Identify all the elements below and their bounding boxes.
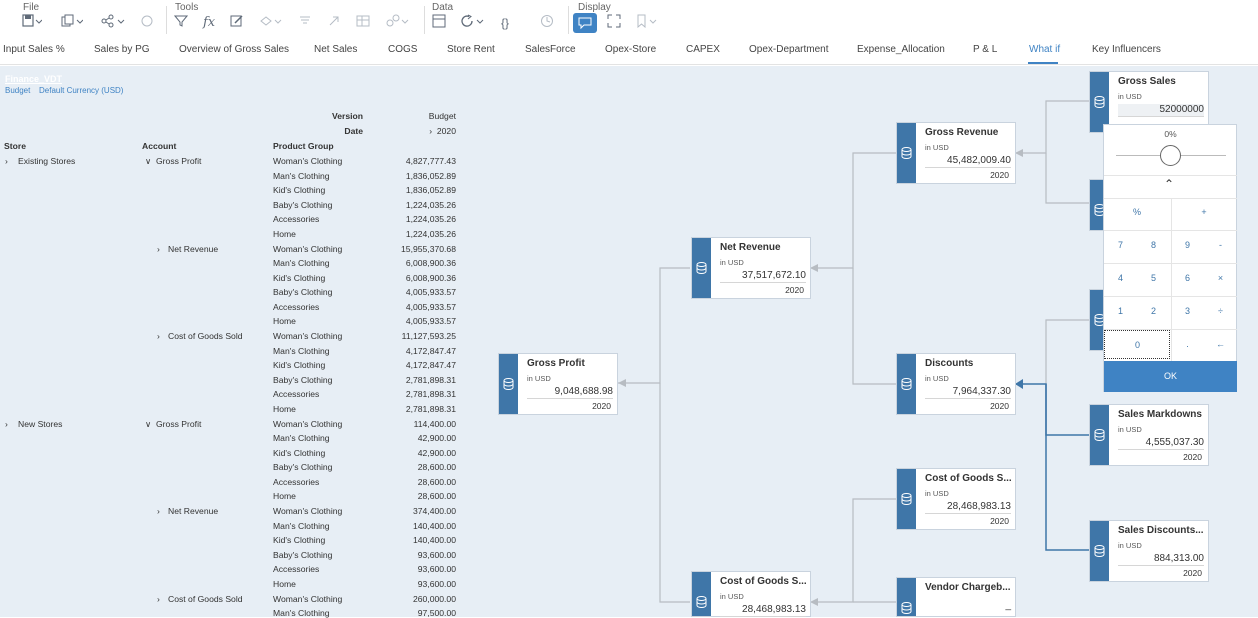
node-title: Gross Sales bbox=[1118, 76, 1176, 87]
node-title: Sales Markdowns bbox=[1118, 409, 1202, 420]
database-icon bbox=[692, 238, 711, 298]
node-value: 9,048,688.98 bbox=[527, 386, 613, 399]
gross-sales-input[interactable]: 52000000 bbox=[1118, 104, 1204, 117]
key-decimal[interactable]: . bbox=[1171, 330, 1204, 358]
node-unit: in USD bbox=[720, 592, 744, 601]
key-backspace-icon[interactable]: ← bbox=[1204, 330, 1237, 358]
divider bbox=[1171, 198, 1172, 361]
node-title: Vendor Chargeb... bbox=[925, 582, 1011, 593]
node-gross-profit[interactable]: Gross Profit in USD 9,048,688.98 2020 bbox=[498, 353, 618, 415]
key-divide[interactable]: ÷ bbox=[1204, 297, 1237, 325]
node-unit: in USD bbox=[1118, 425, 1142, 434]
database-icon bbox=[1090, 72, 1109, 132]
node-value: 4,555,037.30 bbox=[1118, 437, 1204, 450]
key-4[interactable]: 4 bbox=[1104, 264, 1137, 292]
node-title: Cost of Goods S... bbox=[925, 473, 1012, 484]
node-sales-markdowns[interactable]: Sales Markdowns in USD 4,555,037.30 2020 bbox=[1089, 404, 1209, 466]
database-icon bbox=[897, 354, 916, 414]
database-icon bbox=[692, 572, 711, 616]
node-discounts[interactable]: Discounts in USD 7,964,337.30 2020 bbox=[896, 353, 1016, 415]
database-icon bbox=[1090, 521, 1109, 581]
database-icon bbox=[897, 469, 916, 529]
node-title: Gross Revenue bbox=[925, 127, 999, 138]
node-unit: in USD bbox=[925, 143, 949, 152]
node-unit: in USD bbox=[527, 374, 551, 383]
node-year: 2020 bbox=[990, 516, 1009, 526]
ok-button[interactable]: OK bbox=[1104, 361, 1237, 392]
node-value: _ bbox=[1005, 600, 1011, 611]
node-year: 2020 bbox=[990, 170, 1009, 180]
node-unit: in USD bbox=[1118, 541, 1142, 550]
node-unit: in USD bbox=[1118, 92, 1142, 101]
node-title: Gross Profit bbox=[527, 358, 585, 369]
node-value: 7,964,337.30 bbox=[925, 386, 1011, 399]
key-minus[interactable]: - bbox=[1204, 231, 1237, 259]
database-icon bbox=[897, 578, 916, 616]
key-percent[interactable]: % bbox=[1104, 198, 1170, 226]
node-value: 45,482,009.40 bbox=[925, 155, 1011, 168]
node-cogs-right[interactable]: Cost of Goods S... in USD 28,468,983.13 … bbox=[896, 468, 1016, 530]
key-1[interactable]: 1 bbox=[1104, 297, 1137, 325]
slider-handle[interactable] bbox=[1160, 145, 1181, 166]
node-sales-discounts[interactable]: Sales Discounts... in USD 884,313.00 202… bbox=[1089, 520, 1209, 582]
database-icon bbox=[499, 354, 518, 414]
node-year: 2020 bbox=[1183, 452, 1202, 462]
node-year: 2020 bbox=[785, 285, 804, 295]
tree-connectors bbox=[618, 100, 1089, 606]
value-calculator-popover: 0% ⌃ OK % +7 8 9- 4 5 6 × 1 2 3 ÷ 0. ← bbox=[1103, 124, 1237, 392]
key-multiply[interactable]: × bbox=[1204, 264, 1237, 292]
database-icon bbox=[1090, 405, 1109, 465]
node-net-revenue[interactable]: Net Revenue in USD 37,517,672.10 2020 bbox=[691, 237, 811, 299]
key-0[interactable]: 0 bbox=[1104, 330, 1170, 359]
node-vendor-chargebacks[interactable]: Vendor Chargeb... _ bbox=[896, 577, 1016, 617]
key-2[interactable]: 2 bbox=[1137, 297, 1170, 325]
node-value: 884,313.00 bbox=[1118, 553, 1204, 566]
node-gross-revenue[interactable]: Gross Revenue in USD 45,482,009.40 2020 bbox=[896, 122, 1016, 184]
key-3[interactable]: 3 bbox=[1171, 297, 1204, 325]
node-title: Cost of Goods S... bbox=[720, 576, 807, 587]
node-unit: in USD bbox=[925, 489, 949, 498]
node-year: 2020 bbox=[990, 401, 1009, 411]
database-icon bbox=[897, 123, 916, 183]
node-value: 37,517,672.10 bbox=[720, 270, 806, 283]
key-7[interactable]: 7 bbox=[1104, 231, 1137, 259]
node-value: 28,468,983.13 bbox=[925, 501, 1011, 514]
key-9[interactable]: 9 bbox=[1171, 231, 1204, 259]
node-year: 2020 bbox=[1183, 568, 1202, 578]
node-title: Discounts bbox=[925, 358, 974, 369]
node-title: Net Revenue bbox=[720, 242, 781, 253]
node-unit: in USD bbox=[925, 374, 949, 383]
key-5[interactable]: 5 bbox=[1137, 264, 1170, 292]
key-8[interactable]: 8 bbox=[1137, 231, 1170, 259]
node-cogs-left[interactable]: Cost of Goods S... in USD 28,468,983.13 bbox=[691, 571, 811, 617]
divider bbox=[1104, 175, 1237, 176]
node-title: Sales Discounts... bbox=[1118, 525, 1204, 536]
key-6[interactable]: 6 bbox=[1171, 264, 1204, 292]
chevron-up-icon[interactable]: ⌃ bbox=[1164, 177, 1174, 191]
percent-readout: 0% bbox=[1164, 129, 1177, 139]
node-value: 28,468,983.13 bbox=[720, 604, 806, 617]
node-unit: in USD bbox=[720, 258, 744, 267]
node-year: 2020 bbox=[592, 401, 611, 411]
key-plus[interactable]: + bbox=[1171, 198, 1237, 226]
